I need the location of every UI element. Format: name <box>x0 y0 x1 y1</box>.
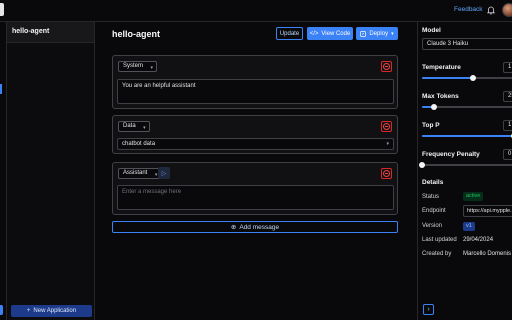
chevron-down-icon: ▾ <box>154 172 158 178</box>
max-tokens-input[interactable]: 25 <box>503 91 512 102</box>
avatar[interactable] <box>502 3 512 17</box>
chevron-down-icon: ▾ <box>386 141 389 147</box>
version-label: Version <box>422 223 443 229</box>
endpoint-label: Endpoint <box>422 208 446 214</box>
plus-circle-icon: ⊕ <box>230 224 237 231</box>
run-button[interactable]: ▷ <box>158 167 170 179</box>
frequency-penalty-slider[interactable] <box>419 162 512 168</box>
new-application-button[interactable]: + New Application <box>11 305 92 317</box>
slider-thumb[interactable] <box>469 75 476 81</box>
nav-rail <box>0 22 7 320</box>
temperature-input[interactable]: 1 <box>503 62 512 73</box>
slider-thumb[interactable] <box>430 104 437 110</box>
version-badge: v1 <box>463 222 475 231</box>
chevron-right-icon: › <box>427 306 430 313</box>
status-badge: active <box>463 192 484 201</box>
remove-message-button[interactable] <box>381 121 392 132</box>
view-code-label: View Code <box>321 30 351 37</box>
minus-circle-icon <box>383 63 390 70</box>
data-source-select[interactable]: chatbot data ▾ <box>117 138 394 150</box>
temperature-label: Temperature <box>422 64 461 71</box>
add-message-label: Add message <box>239 223 280 231</box>
deploy-icon <box>360 30 367 37</box>
role-select[interactable]: Data ▾ <box>118 121 150 132</box>
sidebar-item-hello-agent[interactable]: hello-agent <box>7 22 94 43</box>
max-tokens-slider[interactable] <box>422 104 512 110</box>
message-card-system: System ▾ You are an helpful assistant <box>112 55 398 109</box>
last-updated-label: Last updated <box>422 237 457 243</box>
top-p-input[interactable]: 1 <box>503 120 512 131</box>
deploy-label: Deploy <box>369 30 389 37</box>
slider-fill <box>422 135 512 137</box>
page-title: hello-agent <box>112 29 161 39</box>
role-label: Assistant <box>123 170 148 176</box>
data-source-value: chatbot data <box>122 141 156 147</box>
slider-fill <box>422 77 473 79</box>
message-card-assistant: Assistant ▾ ▷ Enter a message here <box>112 162 398 215</box>
chevron-down-icon: ▾ <box>143 125 146 131</box>
top-p-label: Top P <box>422 122 440 129</box>
rail-bottom-button[interactable] <box>0 305 3 315</box>
endpoint-field[interactable]: https://api.mypple.io <box>463 205 512 217</box>
expand-button[interactable]: › <box>423 304 434 315</box>
update-button[interactable]: Update <box>276 27 303 40</box>
settings-panel: Model Claude 3 Haiku Temperature 1 Max T… <box>417 22 512 320</box>
model-label: Model <box>422 27 441 34</box>
max-tokens-label: Max Tokens <box>422 93 459 100</box>
top-bar: Feedback <box>0 0 512 22</box>
chevron-down-icon: ▾ <box>150 65 154 71</box>
role-label: Data <box>123 123 136 129</box>
model-select[interactable]: Claude 3 Haiku <box>422 38 512 50</box>
bell-icon[interactable] <box>486 5 496 15</box>
rail-active-indicator[interactable] <box>0 84 2 94</box>
frequency-penalty-label: Frequency Penalty <box>422 151 480 158</box>
created-by-value: Marcello Domenis <box>463 251 512 257</box>
play-icon: ▷ <box>161 170 167 177</box>
chevron-down-icon: ▾ <box>391 30 394 37</box>
feedback-link[interactable]: Feedback <box>454 6 483 13</box>
deploy-button[interactable]: Deploy ▾ <box>356 27 398 40</box>
minus-circle-icon <box>383 123 390 130</box>
message-content[interactable]: You are an helpful assistant <box>117 79 394 104</box>
minus-circle-icon <box>383 170 390 177</box>
role-select[interactable]: System ▾ <box>118 61 158 72</box>
slider-thumb[interactable] <box>419 162 425 168</box>
code-icon: </> <box>309 30 319 37</box>
new-application-label: New Application <box>33 308 77 314</box>
message-input[interactable]: Enter a message here <box>117 185 394 210</box>
frequency-penalty-input[interactable]: 0 <box>503 149 512 160</box>
created-by-label: Created by <box>422 251 452 257</box>
last-updated-value: 29/04/2024 <box>463 237 494 243</box>
message-card-data: Data ▾ chatbot data ▾ <box>112 115 398 154</box>
logo[interactable] <box>0 3 4 16</box>
plus-icon: + <box>26 308 31 314</box>
role-select[interactable]: Assistant ▾ <box>118 168 162 179</box>
details-heading: Details <box>422 179 444 186</box>
temperature-slider[interactable] <box>422 75 512 81</box>
remove-message-button[interactable] <box>381 61 392 72</box>
role-label: System <box>123 63 144 69</box>
remove-message-button[interactable] <box>381 168 392 179</box>
app-sidebar: hello-agent + New Application <box>7 22 95 320</box>
view-code-button[interactable]: </> View Code <box>307 27 353 40</box>
update-label: Update <box>279 30 300 37</box>
status-label: Status <box>422 194 440 200</box>
add-message-button[interactable]: ⊕ Add message <box>112 221 398 233</box>
top-p-slider[interactable] <box>422 133 512 139</box>
